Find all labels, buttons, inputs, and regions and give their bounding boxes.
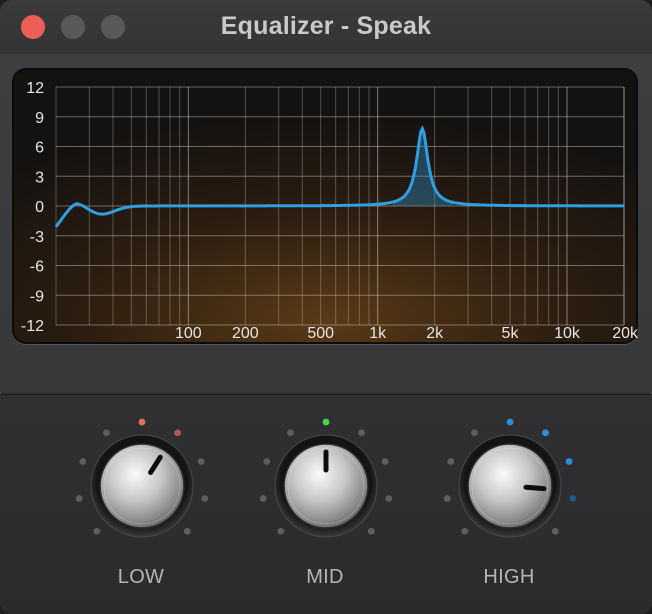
knob-mid[interactable] [259,418,393,538]
knob-level-dot [471,429,478,437]
knob-level-dot [358,429,365,437]
graph-panel: 129630-3-6-9-12 1002005001k2k5k10k20k on [0,54,652,442]
knob-level-dot [263,458,271,465]
eq-graph[interactable]: 12 9 6 3 0 -3 -6 -9 -12 100 200 500 1k 2k 5k 10k 20k [12,68,638,344]
y-tick-label: -3 [30,229,44,246]
knob-level-dot [367,527,375,535]
x-tick-label: 200 [232,325,259,342]
x-tick-label: 20k [612,325,638,342]
y-tick-label: 3 [35,169,44,186]
knob-level-dot [93,527,101,535]
x-tick-label: 5k [502,325,520,342]
knob-high[interactable] [443,418,577,538]
y-tick-label: 0 [35,199,44,216]
knob-level-dot [506,418,514,426]
band-label-mid: MID [306,566,344,588]
knob-level-dot [381,458,389,465]
x-tick-label: 10k [554,325,581,342]
band-label-high: HIGH [483,566,535,588]
band-label-low: LOW [117,566,165,588]
x-tick-label: 500 [307,325,334,342]
knob-level-dot [461,527,469,535]
knob-level-dot [542,429,549,437]
knob-level-dot [259,495,267,502]
x-tick-label: 2k [426,325,444,342]
y-tick-label: -12 [21,318,44,335]
knob-level-dot [551,527,559,535]
knob-level-dot [447,458,455,465]
knob-level-dot [103,429,110,437]
knob-pointer [523,484,547,492]
knob-level-dot [443,495,451,502]
y-tick-label: 9 [35,110,44,127]
knob-level-dot [287,429,294,437]
y-tick-label: 6 [35,140,44,157]
y-tick-label: -9 [30,288,44,305]
knob-level-dot [174,429,181,437]
knob-level-dot [569,495,577,502]
equalizer-window: Equalizer - Speak 12 9 6 3 0 -3 -6 -9 -12 100 200… [0,0,652,614]
eq-graph-svg: 12 9 6 3 0 -3 -6 -9 -12 100 200 500 1k 2k 5k 10k 20k [14,70,638,342]
knob-level-dot [79,458,87,465]
x-tick-label: 100 [175,325,202,342]
knob-level-dot [322,418,330,426]
y-tick-label: -6 [30,259,44,276]
title-bar[interactable]: Equalizer - Speak [0,0,652,54]
knob-level-dot [385,495,393,502]
knob-level-dot [201,495,209,502]
knob-level-dot [277,527,285,535]
knob-level-dot [565,458,573,465]
knob-level-dot [75,495,83,502]
knob-level-dot [183,527,191,535]
knob-low[interactable] [75,418,209,538]
knob-level-dot [138,418,146,426]
window-title: Equalizer - Speak [220,12,432,40]
y-tick-label: 12 [26,80,44,97]
knob-level-dot [197,458,205,465]
x-tick-label: 1k [369,325,387,342]
